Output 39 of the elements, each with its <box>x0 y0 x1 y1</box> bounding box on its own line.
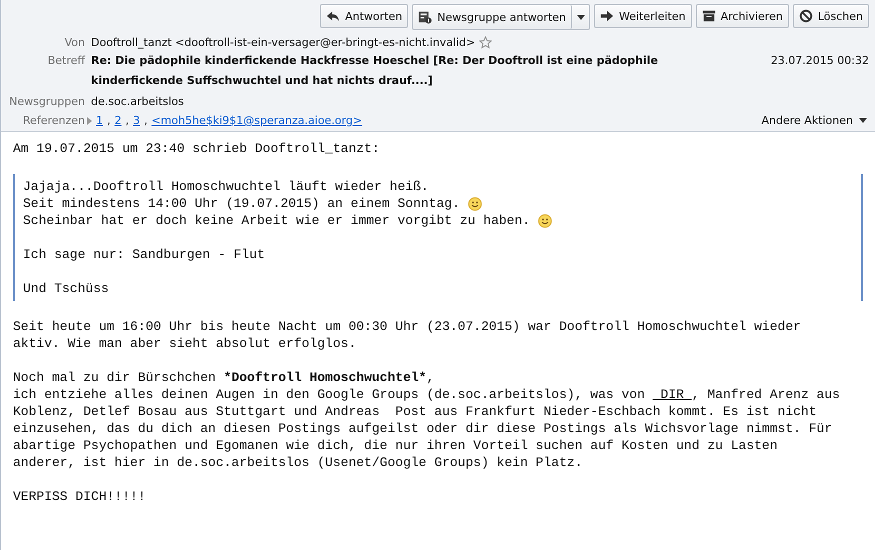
body-paragraph: Seit heute um 16:00 Uhr bis heute Nacht um 00:30 Uhr (23.07.2015) war Dooftroll Homoschwuchtel wieder aktiv. Wie man aber sieht absolut erfolglos. <box>13 318 802 352</box>
reply-icon <box>326 9 340 23</box>
date-text: 23.07.2015 00:32 <box>770 53 869 69</box>
smiley-icon <box>468 196 482 210</box>
quoted-line: Seit mindestens 14:00 Uhr (19.07.2015) an einem Sonntag. <box>23 195 460 212</box>
header-label: Von <box>64 36 85 49</box>
quoted-line: Und Tschüss <box>23 280 109 297</box>
smiley-icon <box>538 214 552 228</box>
toolbar-button[interactable]: Weiterleiten <box>594 4 692 28</box>
forward-icon <box>600 9 614 23</box>
reference-link[interactable]: 3 <box>133 114 140 127</box>
sender-address[interactable]: Dooftroll_tanzt <dooftroll-ist-ein-versager@er-bringt-es-nicht.invalid> <box>91 36 476 49</box>
toolbar-button[interactable]: Löschen <box>792 4 869 28</box>
archive-icon <box>702 9 716 23</box>
toolbar-button[interactable]: Antworten <box>320 4 408 28</box>
separator-text: , <box>126 114 129 127</box>
star-icon[interactable] <box>479 36 492 49</box>
body-paragraph: Noch mal zu dir Bürschchen *Dooftroll Homoschwuchtel*, ich entziehe alles deinen Augen in den Google Groups (de.soc.arbeitslos), was von DIR , Manfred Arenz aus Koblenz, Detlef Bosau aus Stuttgart und Andreas Post aus Frankfurt Nieder-Eschbach kommt. Es ist nicht einzusehen, das du dich an diesen Postings aufgeilst oder dir diese Postings als Wichsvorlage nimmst. Für abartige Psychopathen und Egomanen wie dich, die nur ihren Vorteil suchen auf Kosten und zu Lasten anderer, ist hier in de.soc.arbeitslos (Usenet/Google Groups) kein Platz. <box>13 369 841 471</box>
separator-text: , <box>107 114 110 127</box>
caret-icon <box>859 118 867 123</box>
body-paragraph: VERPISS DICH!!!!! <box>13 488 147 505</box>
reference-link[interactable]: 1 <box>96 114 103 127</box>
newsgroup-name[interactable]: de.soc.arbeitslos <box>91 95 863 108</box>
header-label: Referenzen <box>22 114 85 127</box>
separator-text: , <box>144 114 148 127</box>
quoted-line: Scheinbar hat er doch keine Arbeit wie er immer vorgibt zu haben. <box>23 212 530 229</box>
newsgroup-icon <box>418 10 432 24</box>
reference-link[interactable]: 2 <box>114 114 122 127</box>
header-label: Newsgruppen <box>8 95 85 108</box>
more-actions-button[interactable]: Andere Aktionen <box>760 114 869 127</box>
toolbar-button[interactable]: Archivieren <box>696 4 789 28</box>
expand-icon[interactable] <box>87 116 92 124</box>
header-label: Betreff <box>46 53 85 69</box>
delete-icon <box>798 9 813 23</box>
attribution-line: Am 19.07.2015 um 23:40 schrieb Dooftroll_tanzt: <box>13 140 381 157</box>
reference-link[interactable]: <moh5he$ki9$1@speranza.aioe.org> <box>152 114 362 127</box>
quoted-line: Ich sage nur: Sandburgen - Flut <box>23 246 265 263</box>
caret-icon <box>576 14 584 20</box>
quoted-line: Jajaja...Dooftroll Homoschwuchtel läuft wieder heiß. <box>23 178 429 195</box>
